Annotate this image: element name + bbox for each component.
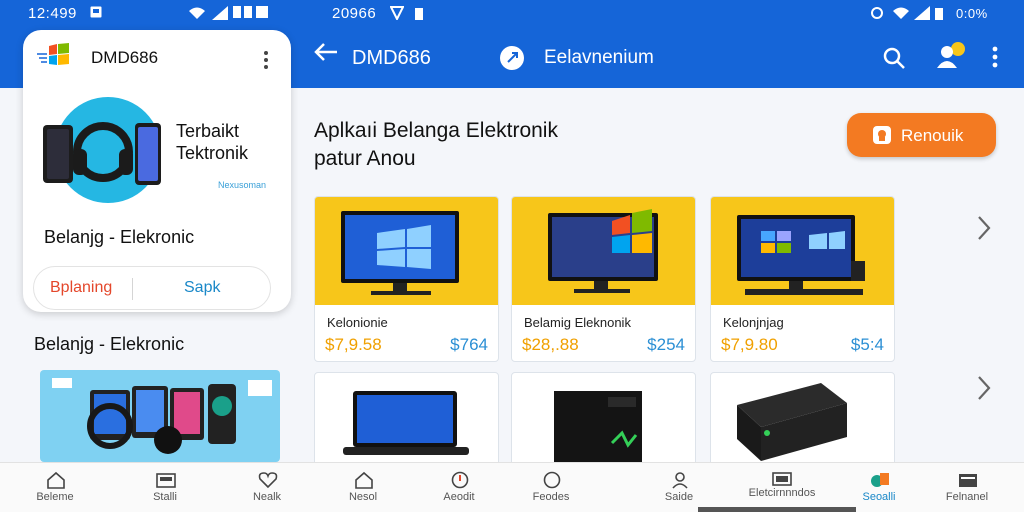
badge-icon [873, 126, 891, 144]
nav-label: Nesol [348, 491, 378, 503]
product-card[interactable]: Kelonionie $7,9.58 $764 [314, 196, 499, 362]
main-heading-line-2: patur Anou [314, 147, 416, 170]
nav-label: Feodes [532, 491, 570, 503]
nav-item-seoalli[interactable]: Seoalli [834, 463, 924, 512]
carousel-next-icon[interactable] [976, 214, 992, 250]
hero-line-2: Tektronik [176, 143, 249, 163]
nav-item-aeodit[interactable]: Aeodit [414, 463, 504, 512]
product-card-power-bank[interactable] [710, 372, 895, 467]
cart-icon [958, 471, 978, 489]
hero-line-1: Terbaikt [176, 121, 240, 141]
nav-label: Stalli [153, 491, 177, 503]
heart-icon [258, 471, 278, 489]
product-alt-price: $5:4 [850, 335, 884, 354]
nav-label: Seoalli [862, 491, 896, 503]
wifi-icon-right [892, 6, 910, 23]
battery-icon-right [934, 6, 944, 23]
bottom-navigation: Beleme Stalli Nealk Nesol Aeodit Feodes … [0, 462, 1024, 512]
alarm-icon [870, 6, 884, 23]
category-icon [870, 471, 890, 489]
hero-caption: Nexusoman [218, 180, 267, 190]
product-image-monitor [711, 197, 894, 305]
card-menu-icon[interactable] [263, 50, 269, 74]
nav-item-stalli[interactable]: Stalli [120, 463, 210, 512]
chat-icon [542, 471, 562, 489]
shop-button[interactable]: Bplaning [50, 279, 112, 297]
wifi-icon [188, 6, 206, 23]
app-info-card[interactable]: DMD686 Terbaikt Tektronik Nexusoman Bela… [23, 30, 291, 312]
nav-item-nealk[interactable]: Nealk [222, 463, 312, 512]
nav-label: Nealk [252, 491, 282, 503]
main-heading: Aplkaıi Belanga Elektronik patur Anou [314, 117, 558, 173]
category-chip-icon[interactable] [500, 46, 524, 70]
hero-headline: Terbaikt Tektronik [176, 120, 248, 164]
main-heading-line-1: Aplkaıi Belanga Elektronik [314, 119, 558, 142]
search-icon[interactable] [882, 46, 906, 75]
product-name: Kelonjnjag [723, 315, 784, 330]
product-alt-price: $764 [450, 335, 488, 354]
recommend-button-label: Renouik [901, 126, 964, 145]
home-icon [354, 471, 374, 489]
alert-icon [450, 471, 470, 489]
product-image-monitor [315, 197, 498, 305]
product-card[interactable]: Kelonjnjag $7,9.80 $5:4 [710, 196, 895, 362]
divider [132, 278, 133, 300]
nav-item-feodes[interactable]: Feodes [506, 463, 596, 512]
signal-icon [212, 6, 228, 23]
card-subtitle: Belanjg - Elekronic [44, 227, 195, 247]
nav-label: Eletcirnnndos [748, 487, 816, 499]
product-name: Kelonionie [327, 315, 388, 330]
user-icon [670, 471, 690, 489]
status-time: 12:499 [28, 5, 77, 22]
nav-item-beleme[interactable]: Beleme [10, 463, 100, 512]
battery-percent: 0:0% [956, 6, 988, 21]
recommend-button[interactable]: Renouik [847, 113, 996, 157]
app-bar-title: DMD686 [352, 47, 431, 69]
home-indicator[interactable] [698, 507, 856, 512]
product-name: Belamig Eleknonik [524, 315, 631, 330]
app-name: DMD686 [91, 48, 159, 67]
account-icon[interactable] [934, 40, 970, 77]
status-time-right: 20966 [332, 5, 377, 22]
nav-label: Saide [664, 491, 694, 503]
back-arrow-icon[interactable] [314, 42, 338, 67]
app-logo-icon [37, 42, 69, 74]
hero-product-image [43, 97, 161, 203]
nav-item-nesol[interactable]: Nesol [318, 463, 408, 512]
battery-saver-icon [414, 6, 424, 23]
product-card-laptop[interactable] [314, 372, 499, 467]
shield-icon [389, 6, 405, 23]
nav-label: Felnanel [945, 491, 989, 503]
product-price: $7,9.80 [721, 335, 778, 354]
notification-icon [90, 6, 102, 21]
overflow-menu-icon[interactable] [992, 46, 998, 72]
promo-banner-image[interactable] [40, 370, 280, 462]
product-alt-price: $254 [647, 335, 685, 354]
nav-item-saide[interactable]: Saide [634, 463, 724, 512]
product-image-monitor [512, 197, 695, 305]
app-top-bar: 20966 0:0% DMD686 Eelavnenium [292, 0, 1024, 88]
home-icon [46, 471, 66, 489]
battery-icon [232, 4, 272, 23]
open-button[interactable]: Sapk [184, 279, 220, 297]
product-price: $28,.88 [522, 335, 579, 354]
signal-icon-right [914, 6, 930, 23]
carousel-next-icon-2[interactable] [976, 374, 992, 410]
product-card-desktop-tower[interactable] [511, 372, 696, 467]
product-card[interactable]: Belamig Eleknonik $28,.88 $254 [511, 196, 696, 362]
nav-item-felnanel[interactable]: Felnanel [922, 463, 1012, 512]
product-price: $7,9.58 [325, 335, 382, 354]
nav-label: Aeodit [443, 491, 475, 503]
category-chip-label[interactable]: Eelavnenium [544, 47, 654, 69]
nav-label: Beleme [36, 491, 74, 503]
card-action-bar: Bplaning Sapk [33, 266, 271, 310]
store-icon [156, 471, 176, 489]
section-heading-left: Belanjg - Elekronic [34, 334, 185, 354]
nav-item-electronics[interactable]: Eletcirnnndos [736, 463, 828, 512]
